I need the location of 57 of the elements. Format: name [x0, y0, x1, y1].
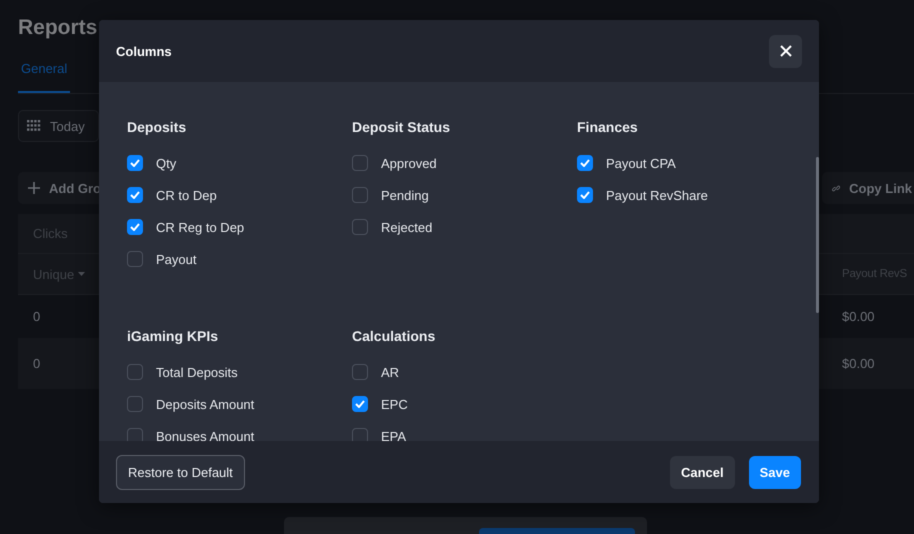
table-cell-text: 0 — [32, 356, 40, 371]
table-cell-text: $0.00 — [842, 309, 876, 324]
checkbox-label[interactable]: Rejected — [381, 220, 432, 234]
check-icon — [130, 159, 140, 167]
caret-icon — [78, 272, 86, 276]
checkbox[interactable] — [352, 219, 368, 235]
copy-link-button[interactable]: Copy Link — [822, 172, 914, 204]
check-icon — [580, 191, 590, 199]
bottom-button[interactable] — [479, 528, 635, 534]
checkbox-label[interactable]: Qty — [156, 156, 176, 170]
date-button[interactable]: Today — [18, 110, 99, 142]
table-cell-text: 0 — [32, 309, 40, 324]
checkbox[interactable] — [127, 364, 143, 380]
checkbox[interactable] — [127, 396, 143, 412]
save-button[interactable]: Save — [748, 456, 801, 488]
restore-default-button[interactable]: Restore to Default — [116, 454, 245, 490]
checkbox[interactable] — [352, 187, 368, 203]
close-icon — [780, 45, 792, 57]
section-title: Deposit Status — [352, 118, 452, 136]
checkbox-label[interactable]: EPC — [381, 396, 408, 412]
checkbox-label[interactable]: EPA — [381, 428, 406, 441]
page-title: Reports — [18, 16, 98, 40]
checkbox[interactable] — [127, 187, 143, 203]
check-icon — [130, 191, 140, 199]
checkbox-label[interactable]: Pending — [381, 188, 429, 202]
checkbox[interactable] — [577, 187, 593, 203]
checkbox-label[interactable]: Payout — [156, 252, 196, 266]
checkbox-label[interactable]: AR — [381, 364, 400, 380]
checkbox-label[interactable]: Total Deposits — [156, 364, 238, 380]
grid-icon — [27, 120, 41, 132]
table-cell-text: $0.00 — [842, 356, 876, 371]
checkbox-label[interactable]: Payout CPA — [606, 156, 676, 170]
section-title: Finances — [577, 118, 639, 136]
checkbox-label[interactable]: Approved — [381, 156, 437, 170]
scrollbar[interactable] — [816, 157, 819, 313]
checkbox-label[interactable]: CR to Dep — [156, 188, 217, 202]
checkbox[interactable] — [352, 155, 368, 171]
checkbox[interactable] — [127, 155, 143, 171]
check-icon — [580, 159, 590, 167]
check-icon — [130, 223, 140, 231]
section-title: iGaming KPIs — [127, 327, 220, 345]
checkbox[interactable] — [127, 251, 143, 267]
section-title: Calculations — [352, 327, 436, 345]
checkbox-label[interactable]: Bonuses Amount — [156, 428, 254, 441]
checkbox-label[interactable]: Deposits Amount — [156, 396, 254, 412]
checkbox-label[interactable]: CR Reg to Dep — [156, 220, 244, 234]
check-icon — [355, 400, 365, 408]
checkbox-label[interactable]: Payout RevShare — [606, 188, 708, 202]
checkbox[interactable] — [352, 396, 368, 412]
checkbox[interactable] — [127, 219, 143, 235]
dialog-title: Columns — [116, 44, 172, 58]
cancel-button[interactable]: Cancel — [670, 456, 735, 488]
checkbox[interactable] — [577, 155, 593, 171]
close-button[interactable] — [769, 34, 802, 68]
section-title: Deposits — [127, 118, 188, 136]
plus-icon — [28, 182, 40, 194]
checkbox[interactable] — [352, 364, 368, 380]
